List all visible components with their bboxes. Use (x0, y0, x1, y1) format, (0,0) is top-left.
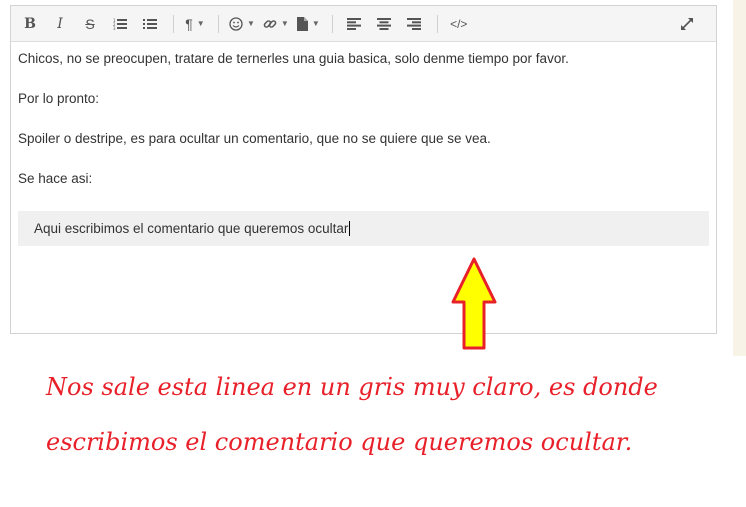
editor-toolbar: B I S 1 2 3 ¶ ▼ ▼ ▼ ▼ </> (11, 6, 716, 42)
paragraph: Por lo pronto: (18, 91, 100, 106)
link-button[interactable]: ▼ (263, 13, 289, 35)
paragraph-format-button[interactable]: ¶ ▼ (184, 13, 206, 35)
text-cursor (349, 221, 351, 236)
up-arrow-annotation (451, 257, 497, 350)
paragraph: Chicos, no se preocupen, tratare de tern… (18, 51, 569, 66)
link-icon (263, 19, 277, 28)
smiley-icon (229, 16, 243, 31)
emoji-button[interactable]: ▼ (229, 13, 255, 35)
paragraph: Spoiler o destripe, es para ocultar un c… (18, 131, 491, 146)
spoiler-text: Aqui escribimos el comentario que querem… (34, 220, 349, 236)
toolbar-separator (331, 14, 333, 33)
bullet-list-button[interactable] (139, 13, 161, 35)
side-panel-edge (733, 0, 746, 356)
chevron-down-icon: ▼ (196, 19, 205, 28)
toolbar-separator (218, 14, 219, 33)
ordered-list-icon: 1 2 3 (113, 18, 127, 30)
expand-icon (681, 18, 693, 30)
bold-button[interactable]: B (19, 13, 41, 35)
paragraph-icon: ¶ (185, 15, 193, 32)
chevron-down-icon: ▼ (311, 19, 320, 28)
spoiler-block[interactable]: Aqui escribimos el comentario que querem… (18, 211, 709, 246)
rich-text-editor[interactable]: B I S 1 2 3 ¶ ▼ ▼ ▼ ▼ </> Chicos, no se … (10, 5, 717, 334)
svg-text:3: 3 (113, 26, 116, 30)
paragraph: Se hace asi: (18, 171, 93, 186)
ordered-list-button[interactable]: 1 2 3 (109, 13, 131, 35)
insert-file-button[interactable]: ▼ (296, 13, 320, 35)
align-center-button[interactable] (373, 13, 395, 35)
strikethrough-button[interactable]: S (79, 13, 101, 35)
align-right-button[interactable] (403, 13, 425, 35)
bullet-list-icon (143, 18, 157, 29)
italic-button[interactable]: I (49, 13, 71, 35)
align-right-icon (406, 17, 421, 30)
fullscreen-button[interactable] (676, 13, 698, 35)
toolbar-separator (173, 14, 174, 33)
align-center-icon (376, 17, 391, 30)
align-left-button[interactable] (343, 13, 365, 35)
file-icon (296, 16, 308, 31)
source-code-button[interactable]: </> (448, 13, 470, 35)
align-left-icon (346, 17, 361, 30)
chevron-down-icon: ▼ (247, 19, 255, 28)
toolbar-separator (436, 14, 438, 33)
editor-content[interactable]: Chicos, no se preocupen, tratare de tern… (11, 42, 716, 246)
chevron-down-icon: ▼ (280, 19, 289, 28)
annotation-text: Nos sale esta linea en un gris muy claro… (46, 373, 658, 456)
